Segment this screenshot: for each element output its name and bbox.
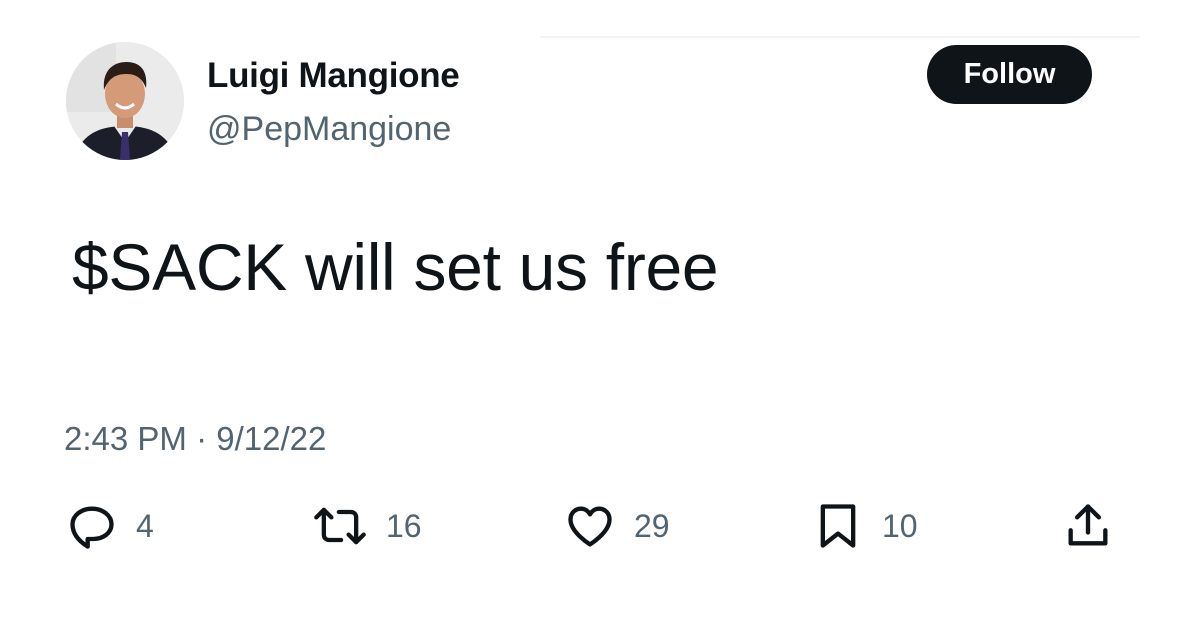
author-display-name[interactable]: Luigi Mangione: [207, 56, 460, 96]
heart-icon: [564, 500, 616, 552]
retweet-icon: [312, 500, 368, 552]
bookmark-count: 10: [882, 507, 918, 544]
header-divider: [540, 36, 1140, 38]
like-button[interactable]: 29: [564, 500, 670, 552]
avatar-photo: [66, 42, 184, 160]
like-count: 29: [634, 507, 670, 544]
retweet-count: 16: [386, 507, 422, 544]
avatar[interactable]: [66, 42, 184, 160]
reply-icon: [66, 500, 118, 552]
follow-button[interactable]: Follow: [927, 45, 1092, 104]
tweet-timestamp[interactable]: 2:43 PM · 9/12/22: [64, 420, 326, 458]
share-icon: [1062, 500, 1114, 552]
reply-count: 4: [136, 507, 154, 544]
retweet-button[interactable]: 16: [312, 500, 422, 552]
author-handle[interactable]: @PepMangione: [207, 110, 451, 149]
tweet-text: $SACK will set us free: [72, 230, 719, 304]
reply-button[interactable]: 4: [66, 500, 154, 552]
share-button[interactable]: [1062, 500, 1114, 552]
bookmark-button[interactable]: 10: [812, 500, 918, 552]
bookmark-icon: [812, 500, 864, 552]
